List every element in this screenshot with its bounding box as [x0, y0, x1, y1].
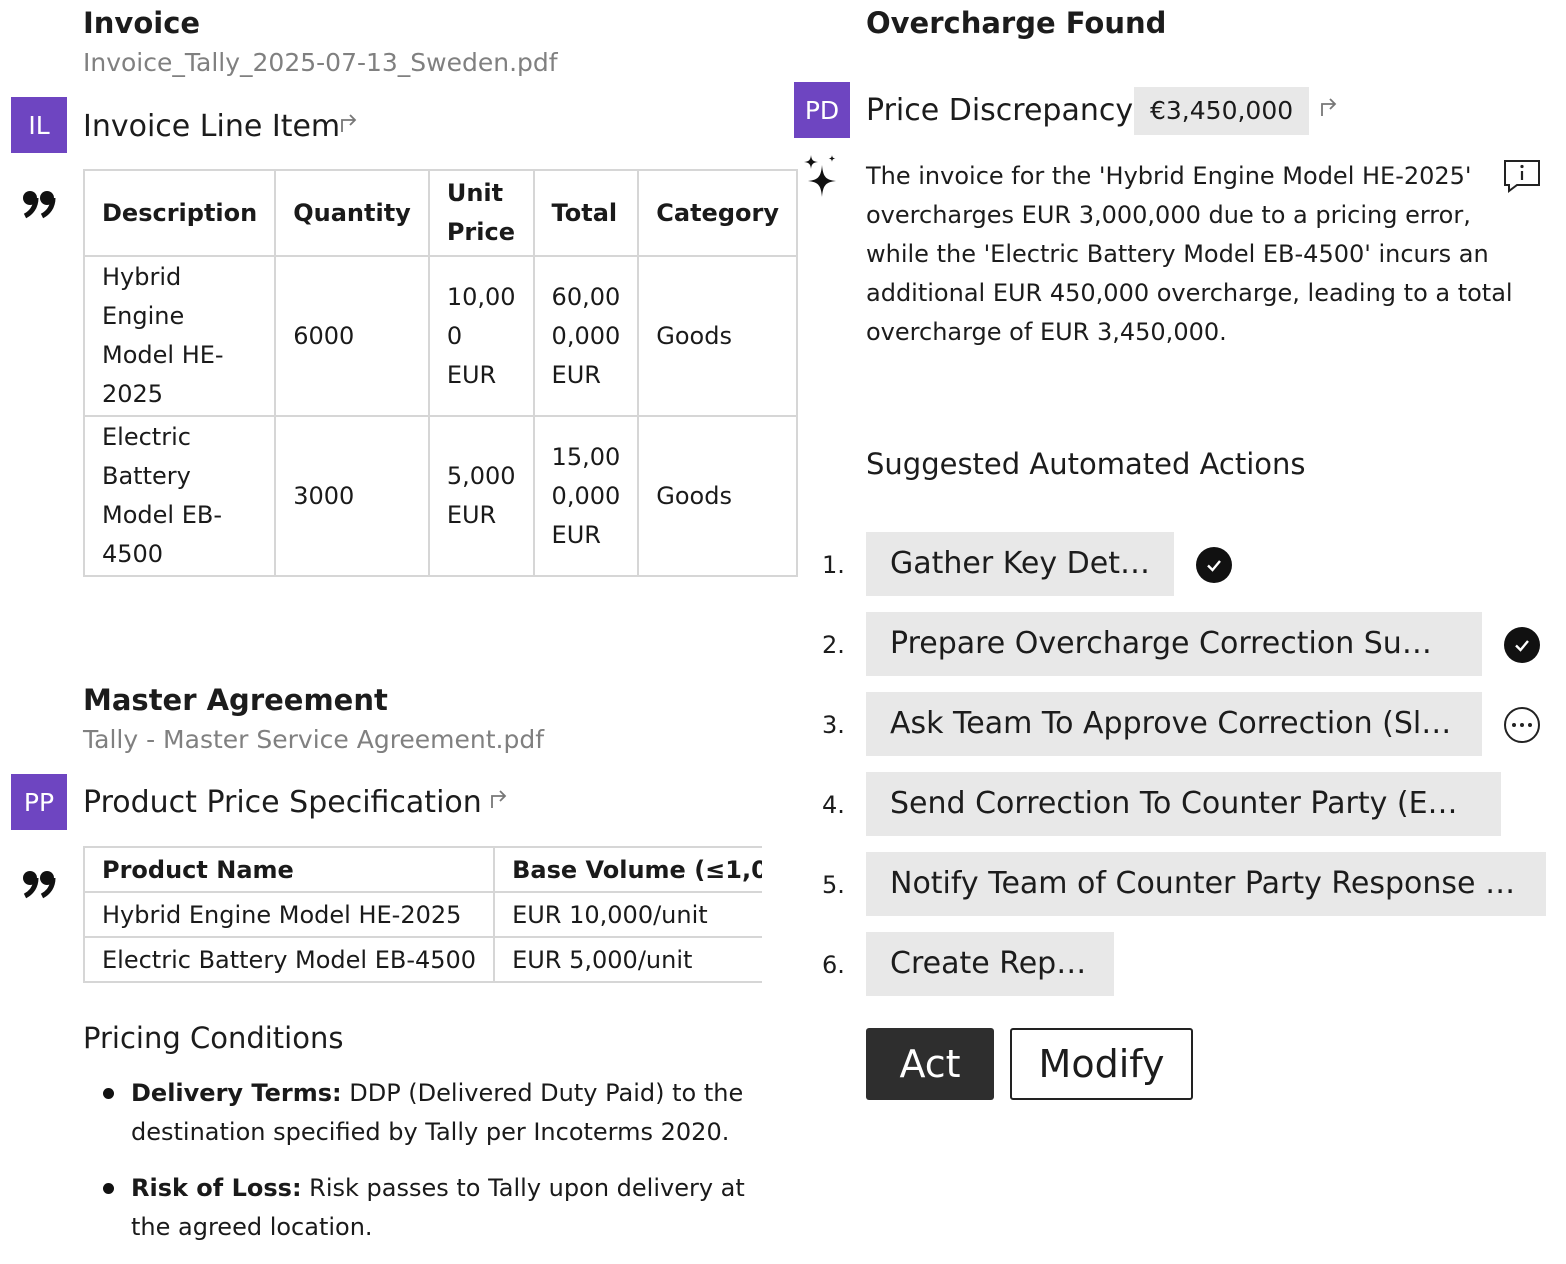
- table-cell: 5,000 EUR: [427, 415, 535, 577]
- column-header: Description: [82, 169, 277, 257]
- invoice-heading: Invoice: [83, 6, 201, 40]
- column-header: Base Volume (≤1,00: [493, 846, 762, 893]
- product-price-table: Product Name Base Volume (≤1,00 Hybrid E…: [83, 846, 762, 983]
- action-ask-team-approve[interactable]: Ask Team To Approve Correction (Sla...: [866, 692, 1482, 756]
- condition-label: Delivery Terms:: [131, 1079, 342, 1107]
- invoice-line-item-title: Invoice Line Item: [83, 109, 341, 144]
- sparkle-icon: [802, 153, 838, 201]
- quote-icon: [22, 850, 56, 908]
- table-cell: Electric Battery Model EB- 4500: [82, 415, 277, 577]
- pricing-conditions-list: Delivery Terms: DDP (Delivered Duty Paid…: [83, 1074, 763, 1264]
- check-circle-icon: [1196, 547, 1232, 583]
- table-cell: Electric Battery Model EB-4500: [83, 936, 496, 983]
- act-button[interactable]: Act: [866, 1028, 994, 1100]
- action-prepare-correction-summary[interactable]: Prepare Overcharge Correction Sum...: [866, 612, 1482, 676]
- action-number: 4.: [822, 791, 845, 819]
- action-notify-team-response[interactable]: Notify Team of Counter Party Response (S…: [866, 852, 1546, 916]
- list-item: Delivery Terms: DDP (Delivered Duty Paid…: [83, 1074, 763, 1152]
- action-number: 6.: [822, 951, 845, 979]
- table-row: Hybrid Engine Model HE-2025 EUR 10,000/u…: [83, 891, 762, 938]
- suggested-actions-heading: Suggested Automated Actions: [866, 447, 1306, 481]
- column-header: Category: [637, 169, 798, 257]
- column-header: Quantity: [274, 169, 430, 257]
- action-send-correction-email[interactable]: Send Correction To Counter Party (Email): [866, 772, 1501, 836]
- invoice-filename[interactable]: Invoice_Tally_2025-07-13_Sweden.pdf: [83, 48, 558, 77]
- table-header-row: Product Name Base Volume (≤1,00: [83, 846, 762, 893]
- price-discrepancy-badge: PD: [794, 82, 850, 138]
- table-cell: Hybrid Engine Model HE- 2025: [82, 255, 277, 417]
- bullet-icon: [103, 1088, 114, 1099]
- action-create-report[interactable]: Create Report: [866, 932, 1114, 996]
- quote-icon: [22, 170, 56, 228]
- invoice-line-item-badge: IL: [11, 97, 67, 153]
- column-header: Unit Price: [427, 169, 535, 257]
- modify-button[interactable]: Modify: [1010, 1028, 1193, 1100]
- table-cell: Goods: [637, 415, 798, 577]
- table-cell: 15,00 0,000 EUR: [532, 415, 640, 577]
- overcharge-heading: Overcharge Found: [866, 6, 1167, 40]
- table-cell: Goods: [637, 255, 798, 417]
- action-number: 3.: [822, 711, 845, 739]
- table-row: Hybrid Engine Model HE- 2025 6000 10,00 0 EUR…: [82, 255, 798, 417]
- table-cell: EUR 5,000/unit: [493, 936, 762, 983]
- product-price-table-container[interactable]: Product Name Base Volume (≤1,00 Hybrid E…: [83, 846, 762, 983]
- list-item: Risk of Loss: Risk passes to Tally upon …: [83, 1169, 763, 1247]
- product-price-badge: PP: [11, 774, 67, 830]
- agreement-heading: Master Agreement: [83, 683, 388, 717]
- table-cell: EUR 10,000/unit: [493, 891, 762, 938]
- share-arrow-icon[interactable]: [1318, 96, 1340, 122]
- product-price-title: Product Price Specification: [83, 785, 482, 820]
- check-circle-icon: [1504, 627, 1540, 663]
- action-gather-key-details[interactable]: Gather Key Details: [866, 532, 1174, 596]
- action-number: 5.: [822, 871, 845, 899]
- condition-label: Risk of Loss:: [131, 1174, 302, 1202]
- action-number: 2.: [822, 631, 845, 659]
- discrepancy-summary: The invoice for the 'Hybrid Engine Model…: [866, 162, 1513, 346]
- action-number: 1.: [822, 551, 845, 579]
- table-header-row: Description Quantity Unit Price Total Cat…: [82, 169, 798, 257]
- table-row: Electric Battery Model EB-4500 EUR 5,000…: [83, 936, 762, 983]
- pricing-conditions-heading: Pricing Conditions: [83, 1021, 344, 1055]
- column-header: Total: [532, 169, 640, 257]
- info-comment-icon[interactable]: [1503, 159, 1541, 197]
- agreement-filename[interactable]: Tally - Master Service Agreement.pdf: [83, 725, 544, 754]
- price-discrepancy-title: Price Discrepancy: [866, 93, 1134, 128]
- table-cell: 60,00 0,000 EUR: [532, 255, 640, 417]
- overcharge-amount-badge: €3,450,000: [1134, 87, 1310, 135]
- ellipsis-circle-icon: [1504, 707, 1540, 743]
- share-arrow-icon[interactable]: [338, 112, 360, 138]
- table-cell: 3000: [274, 415, 430, 577]
- table-cell: 6000: [274, 255, 430, 417]
- table-cell: Hybrid Engine Model HE-2025: [83, 891, 496, 938]
- invoice-line-item-table: Description Quantity Unit Price Total Cat…: [82, 169, 798, 577]
- table-row: Electric Battery Model EB- 4500 3000 5,000 E…: [82, 415, 798, 577]
- table-cell: 10,00 0 EUR: [427, 255, 535, 417]
- bullet-icon: [103, 1183, 114, 1194]
- share-arrow-icon[interactable]: [488, 788, 510, 814]
- column-header: Product Name: [83, 846, 496, 893]
